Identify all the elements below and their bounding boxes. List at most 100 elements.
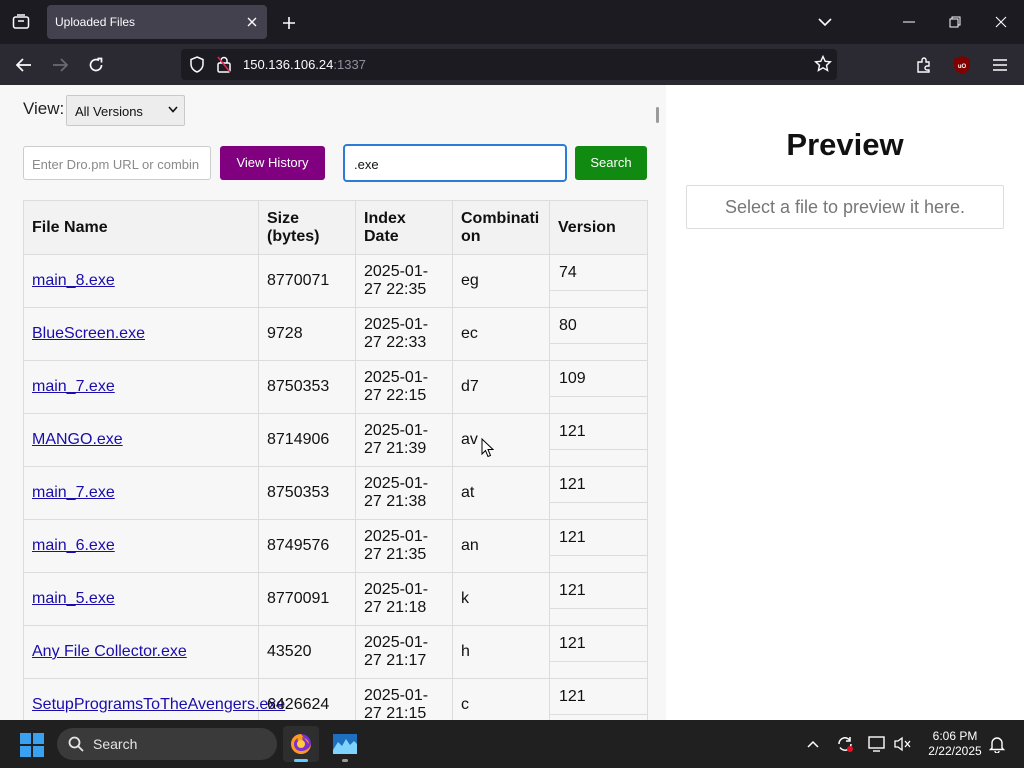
minimize-icon[interactable] [899,12,919,32]
index-date-cell: 2025-01-27 21:18 [355,572,453,626]
file-name-cell: main_7.exe [23,466,259,520]
header-size[interactable]: Size (bytes) [258,200,356,255]
display-icon[interactable] [867,734,887,754]
file-name-cell: main_5.exe [23,572,259,626]
table-row[interactable]: BlueScreen.exe 9728 2025-01-27 22:33 ec 80 [23,307,648,361]
file-name-link[interactable]: main_7.exe [32,484,115,501]
shield-icon[interactable] [189,56,205,78]
search-button[interactable]: Search [575,146,647,180]
table-row[interactable]: main_7.exe 8750353 2025-01-27 22:15 d7 109 [23,360,648,414]
table-row[interactable]: main_7.exe 8750353 2025-01-27 21:38 at 121 [23,466,648,520]
file-name-cell: main_6.exe [23,519,259,573]
file-size-cell: 8714906 [258,413,356,467]
header-version[interactable]: Version [549,200,648,255]
table-header-row: File Name Size (bytes) Index Date Combin… [23,200,648,255]
header-combination[interactable]: Combination [452,200,550,255]
scrollbar-thumb[interactable] [656,107,659,123]
firefox-icon[interactable] [283,726,319,762]
windows-icon[interactable] [20,733,44,757]
volume-muted-icon[interactable] [892,734,912,754]
file-size-cell: 8749576 [258,519,356,573]
menu-icon[interactable] [987,52,1013,78]
index-date-cell: 2025-01-27 22:35 [355,254,453,308]
file-name-link[interactable]: MANGO.exe [32,431,123,448]
index-date-cell: 2025-01-27 22:15 [355,360,453,414]
index-date-cell: 2025-01-27 22:33 [355,307,453,361]
chart-app-icon[interactable] [327,726,363,762]
preview-title: Preview [786,127,904,162]
tab-uploaded-files[interactable]: Uploaded Files [47,5,267,39]
header-index-date[interactable]: Index Date [355,200,453,255]
table-row[interactable]: SetupProgramsToTheAvengers.exe 6426624 202… [23,678,648,720]
restore-icon[interactable] [945,12,965,32]
preview-placeholder: Select a file to preview it here. [686,185,1004,229]
index-date-cell: 2025-01-27 21:39 [355,413,453,467]
sync-icon[interactable] [835,734,855,754]
file-name-link[interactable]: Any File Collector.exe [32,643,187,660]
close-window-icon[interactable] [991,12,1011,32]
version-cell: 121 [549,625,648,679]
file-name-link[interactable]: main_7.exe [32,378,115,395]
table-row[interactable]: main_5.exe 8770091 2025-01-27 21:18 k 121 [23,572,648,626]
file-name-link[interactable]: BlueScreen.exe [32,325,145,342]
file-size-cell: 6426624 [258,678,356,720]
reload-icon[interactable] [83,52,109,78]
plus-icon[interactable] [278,12,300,34]
file-name-link[interactable]: main_6.exe [32,537,115,554]
file-name-cell: Any File Collector.exe [23,625,259,679]
url-host: 150.136.106.24 [243,57,334,72]
combination-cell: d7 [452,360,550,414]
lock-icon[interactable] [217,56,231,78]
index-date-cell: 2025-01-27 21:17 [355,625,453,679]
version-value: 109 [550,361,647,397]
combination-cell: eg [452,254,550,308]
table-row[interactable]: main_8.exe 8770071 2025-01-27 22:35 eg 74 [23,254,648,308]
bell-icon[interactable] [987,734,1007,754]
chevron-down-icon[interactable] [815,12,835,32]
address-bar[interactable]: 150.136.106.24:1337 [181,49,837,80]
file-size-cell: 8770091 [258,572,356,626]
chevron-up-icon[interactable] [803,734,823,754]
star-icon[interactable] [813,54,833,78]
version-value: 121 [550,679,647,715]
file-size-cell: 8750353 [258,466,356,520]
taskbar-search[interactable]: Search [57,728,277,760]
version-cell: 121 [549,519,648,573]
table-row[interactable]: MANGO.exe 8714906 2025-01-27 21:39 av 121 [23,413,648,467]
navigation-bar: 150.136.106.24:1337 uO [0,44,1024,85]
taskbar-clock[interactable]: 6:06 PM 2/22/2025 [920,729,990,759]
file-name-link[interactable]: SetupProgramsToTheAvengers.exe [32,696,285,713]
file-name-link[interactable]: main_5.exe [32,590,115,607]
version-value: 74 [550,255,647,291]
version-value: 121 [550,626,647,662]
table-row[interactable]: Any File Collector.exe 43520 2025-01-27 21… [23,625,648,679]
forward-icon[interactable] [47,52,73,78]
ublock-icon[interactable]: uO [949,52,975,78]
clock-date: 2/22/2025 [928,744,982,758]
version-select[interactable]: All Versions [66,95,185,126]
view-history-button[interactable]: View History [220,146,325,180]
file-name-cell: MANGO.exe [23,413,259,467]
header-file-name[interactable]: File Name [23,200,259,255]
file-name-cell: SetupProgramsToTheAvengers.exe [23,678,285,720]
back-icon[interactable] [11,52,37,78]
taskbar-search-label: Search [93,736,138,752]
page-content: View: All Versions Enter Dro.pm URL or c… [0,85,1024,720]
mouse-cursor-icon [481,437,495,463]
version-value: 80 [550,308,647,344]
tab-list-icon[interactable] [8,9,34,35]
file-size-cell: 8750353 [258,360,356,414]
chevron-down-icon [168,105,178,116]
dropm-url-input[interactable]: Enter Dro.pm URL or combin [23,146,211,180]
search-input[interactable]: .exe [343,144,567,182]
combination-cell: ec [452,307,550,361]
file-name-link[interactable]: main_8.exe [32,272,115,289]
version-value: 121 [550,414,647,450]
tab-bar: Uploaded Files [0,0,1024,44]
taskbar: Search 6:06 PM 2/22/2025 [0,720,1024,768]
close-icon[interactable] [243,13,261,31]
svg-text:uO: uO [958,64,967,70]
version-cell: 121 [549,466,648,520]
extensions-icon[interactable] [911,52,937,78]
table-row[interactable]: main_6.exe 8749576 2025-01-27 21:35 an 121 [23,519,648,573]
